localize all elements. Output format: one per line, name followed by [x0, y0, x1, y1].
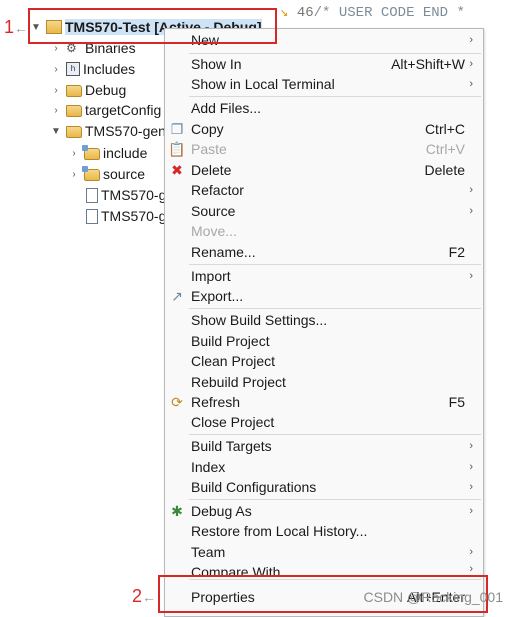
submenu-arrow-icon: ›	[469, 78, 473, 91]
menu-item-delete[interactable]: ✖ Delete Delete	[165, 160, 483, 181]
menu-item-build-project[interactable]: Build Project	[165, 331, 483, 352]
tree-item-tms570-gen[interactable]: ▼ TMS570-gen	[50, 121, 166, 141]
tree-item-targetconfig[interactable]: › targetConfig	[50, 100, 161, 120]
copy-icon: ❐	[170, 120, 184, 137]
menu-item-build-targets[interactable]: Build Targets ›	[165, 436, 483, 457]
tree-item-label: targetConfig	[85, 102, 162, 118]
tree-item-label: TMS570-g	[101, 208, 167, 224]
submenu-arrow-icon: ›	[469, 58, 473, 71]
tree-item-include[interactable]: › include	[68, 143, 147, 163]
context-menu: New › Show In Alt+Shift+W › Show in Local T…	[164, 28, 484, 617]
menu-item-add-files[interactable]: Add Files...	[165, 98, 483, 119]
menu-item-move[interactable]: Move...	[165, 221, 483, 242]
menu-item-import[interactable]: Import ›	[165, 266, 483, 287]
menu-item-close-project[interactable]: Close Project	[165, 412, 483, 433]
delete-icon: ✖	[171, 161, 183, 178]
tree-item-label: include	[103, 145, 148, 161]
tree-item-label: Debug	[85, 82, 127, 98]
highlight-box-project	[28, 8, 277, 44]
source-folder-icon	[82, 145, 100, 160]
menu-item-build-configurations[interactable]: Build Configurations ›	[165, 477, 483, 498]
folder-icon	[66, 126, 82, 138]
menu-item-refresh[interactable]: ⟳ Refresh F5	[165, 392, 483, 413]
tree-item-label: TMS570-g	[101, 187, 167, 203]
menu-item-copy[interactable]: ❐ Copy Ctrl+C	[165, 119, 483, 140]
submenu-arrow-icon: ›	[469, 563, 473, 575]
menu-item-rebuild-project[interactable]: Rebuild Project	[165, 372, 483, 393]
includes-icon: h	[66, 62, 80, 76]
annotation-marker-1: 1←	[4, 17, 29, 37]
menu-item-source[interactable]: Source ›	[165, 201, 483, 222]
file-icon	[86, 187, 98, 203]
tree-item-label: source	[103, 166, 146, 182]
menu-separator	[189, 308, 481, 309]
menu-item-restore-history[interactable]: Restore from Local History...	[165, 521, 483, 542]
tree-item-label: TMS570-gen	[85, 123, 166, 139]
chevron-right-icon[interactable]: ›	[50, 84, 62, 96]
tree-item-file[interactable]: TMS570-g	[86, 185, 166, 205]
submenu-arrow-icon: ›	[469, 461, 473, 474]
editor-fragment: ↘ 46/* USER CODE END *	[280, 4, 465, 21]
submenu-arrow-icon: ›	[469, 270, 473, 283]
tree-item-file[interactable]: TMS570-g	[86, 206, 166, 226]
watermark: CSDN @Rocking_001	[363, 589, 504, 605]
tree-item-source[interactable]: › source	[68, 164, 145, 184]
submenu-arrow-icon: ›	[469, 505, 473, 518]
menu-item-team[interactable]: Team ›	[165, 542, 483, 563]
submenu-arrow-icon: ›	[469, 205, 473, 218]
folder-icon	[66, 85, 82, 97]
menu-item-refactor[interactable]: Refactor ›	[165, 180, 483, 201]
tree-item-label: Includes	[83, 61, 136, 77]
submenu-arrow-icon: ›	[469, 184, 473, 197]
submenu-arrow-icon: ›	[469, 481, 473, 494]
export-icon: ↗	[171, 287, 183, 304]
chevron-right-icon[interactable]: ›	[50, 104, 62, 116]
tree-item-debug[interactable]: › Debug	[50, 80, 126, 100]
menu-item-rename[interactable]: Rename... F2	[165, 242, 483, 263]
annotation-marker-2: 2←	[132, 586, 157, 606]
file-icon	[86, 208, 98, 224]
menu-item-show-in[interactable]: Show In Alt+Shift+W ›	[165, 54, 483, 75]
menu-item-debug-as[interactable]: ✱ Debug As ›	[165, 501, 483, 522]
menu-item-show-build-settings[interactable]: Show Build Settings...	[165, 310, 483, 331]
chevron-right-icon[interactable]: ›	[50, 63, 62, 75]
tree-item-includes[interactable]: › h Includes	[50, 59, 135, 79]
menu-item-index[interactable]: Index ›	[165, 457, 483, 478]
menu-separator	[189, 499, 481, 500]
editor-marker-icon: ↘	[280, 5, 297, 21]
chevron-down-icon[interactable]: ▼	[50, 125, 62, 137]
menu-separator	[189, 434, 481, 435]
editor-line-number: 46	[296, 5, 314, 21]
submenu-arrow-icon: ›	[469, 34, 473, 47]
menu-separator	[189, 264, 481, 265]
menu-item-paste[interactable]: 📋 Paste Ctrl+V	[165, 139, 483, 160]
chevron-right-icon[interactable]: ›	[68, 147, 80, 159]
menu-separator	[189, 96, 481, 97]
source-folder-icon	[82, 166, 100, 181]
submenu-arrow-icon: ›	[469, 440, 473, 453]
project-explorer-tree: 1← ▼ TMS570-Test [Active - Debug] › ⚙ Bi…	[0, 0, 262, 617]
refresh-icon: ⟳	[171, 393, 183, 410]
chevron-right-icon[interactable]: ›	[68, 168, 80, 180]
menu-item-show-local-terminal[interactable]: Show in Local Terminal ›	[165, 74, 483, 95]
menu-item-export[interactable]: ↗ Export...	[165, 286, 483, 307]
submenu-arrow-icon: ›	[469, 546, 473, 559]
folder-icon	[66, 105, 82, 117]
menu-item-clean-project[interactable]: Clean Project	[165, 351, 483, 372]
editor-code-comment: /* USER CODE END *	[313, 5, 465, 21]
paste-icon: 📋	[168, 140, 186, 157]
debug-bug-icon: ✱	[171, 502, 183, 519]
